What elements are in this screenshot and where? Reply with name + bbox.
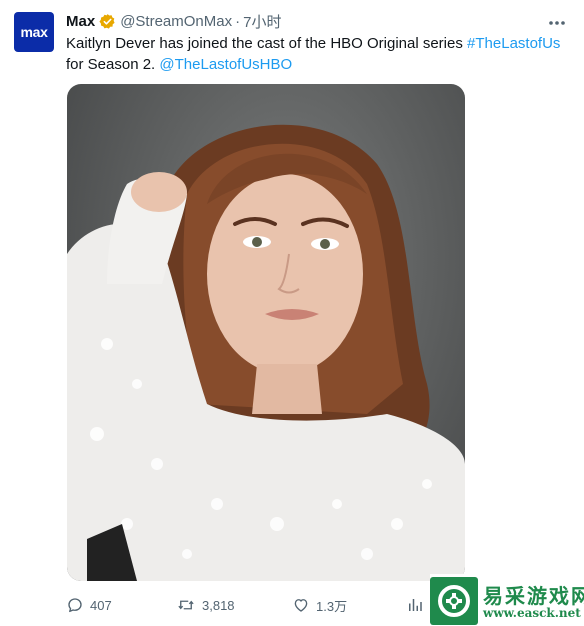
bar-chart-icon [409,599,422,611]
tweet-photo[interactable] [67,84,465,581]
header-separator: · [235,12,241,30]
tweet-text-part: for Season 2. [66,56,160,73]
watermark-title: 易采游戏网 [483,584,584,608]
reply-icon [68,598,82,613]
heart-icon [294,599,308,612]
more-options-icon[interactable] [548,13,566,27]
tweet-timestamp[interactable]: 7小时 [243,11,281,32]
avatar-logo-text: max [20,24,48,40]
tweet-text: Kaitlyn Dever has joined the cast of the… [66,33,571,75]
account-avatar[interactable]: max [14,12,54,52]
like-count: 1.3万 [316,598,348,614]
site-watermark: 易采游戏网 www.easck.net [430,574,584,626]
tweet-header: Max @StreamOnMax · 7小时 [66,11,281,31]
retweet-count: 3,818 [202,597,235,613]
reply-count: 407 [90,597,112,613]
like-button[interactable]: 1.3万 [292,596,347,615]
account-handle[interactable]: @StreamOnMax [120,13,232,30]
retweet-icon [178,600,194,610]
mention-link[interactable]: @TheLastofUsHBO [159,56,292,73]
watermark-url: www.easck.net [483,606,581,620]
verified-badge-icon [99,13,116,30]
portrait-photo [67,124,465,581]
account-name[interactable]: Max [66,13,95,30]
tweet-text-part: Kaitlyn Dever has joined the cast of the… [66,35,468,52]
tweet-actions: 407 3,818 1.3万 [66,594,436,616]
reply-button[interactable]: 407 [66,596,112,614]
hashtag-link[interactable]: #TheLastofUs [467,35,560,52]
watermark-logo-icon [430,577,478,625]
views-button[interactable] [406,596,424,614]
retweet-button[interactable]: 3,818 [176,596,235,614]
